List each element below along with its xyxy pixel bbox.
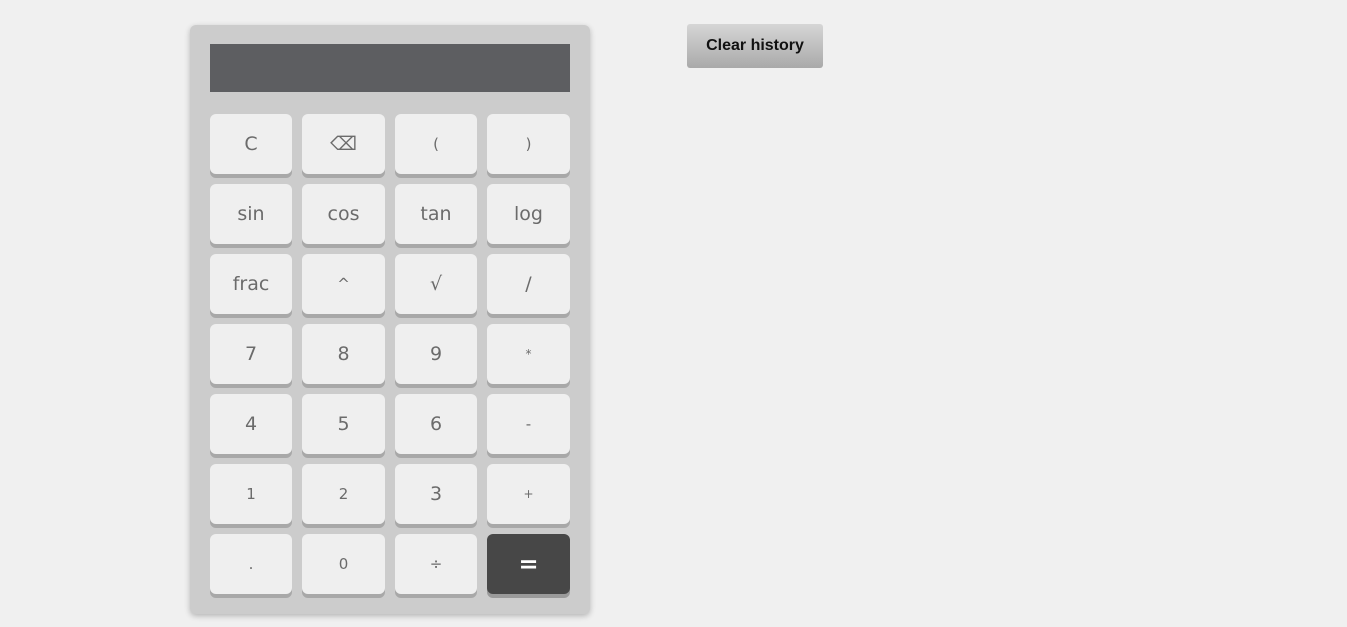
clear-history-button[interactable]: Clear history	[687, 24, 823, 68]
power-key[interactable]: ^	[302, 254, 385, 314]
digit-5-key[interactable]: 5	[302, 394, 385, 454]
cos-key[interactable]: cos	[302, 184, 385, 244]
digit-3-key[interactable]: 3	[395, 464, 477, 524]
frac-key[interactable]: frac	[210, 254, 292, 314]
divide-key[interactable]: ÷	[395, 534, 477, 594]
digit-2-key[interactable]: 2	[302, 464, 385, 524]
clear-key[interactable]: C	[210, 114, 292, 174]
plus-key[interactable]: +	[487, 464, 570, 524]
equals-key[interactable]: =	[487, 534, 570, 594]
sin-key[interactable]: sin	[210, 184, 292, 244]
calculator-display	[210, 44, 570, 92]
decimal-key[interactable]: .	[210, 534, 292, 594]
open-paren-key[interactable]: (	[395, 114, 477, 174]
sqrt-key[interactable]: √	[395, 254, 477, 314]
digit-8-key[interactable]: 8	[302, 324, 385, 384]
minus-key[interactable]: -	[487, 394, 570, 454]
close-paren-key[interactable]: )	[487, 114, 570, 174]
digit-7-key[interactable]: 7	[210, 324, 292, 384]
digit-6-key[interactable]: 6	[395, 394, 477, 454]
backspace-key[interactable]: ⌫	[302, 114, 385, 174]
calculator: C ⌫ ( ) sin cos tan log frac ^ √ / 7 8 9…	[190, 25, 590, 614]
tan-key[interactable]: tan	[395, 184, 477, 244]
multiply-key[interactable]: *	[487, 324, 570, 384]
digit-1-key[interactable]: 1	[210, 464, 292, 524]
digit-0-key[interactable]: 0	[302, 534, 385, 594]
calculator-keypad: C ⌫ ( ) sin cos tan log frac ^ √ / 7 8 9…	[210, 114, 570, 594]
log-key[interactable]: log	[487, 184, 570, 244]
digit-9-key[interactable]: 9	[395, 324, 477, 384]
divide-slash-key[interactable]: /	[487, 254, 570, 314]
digit-4-key[interactable]: 4	[210, 394, 292, 454]
